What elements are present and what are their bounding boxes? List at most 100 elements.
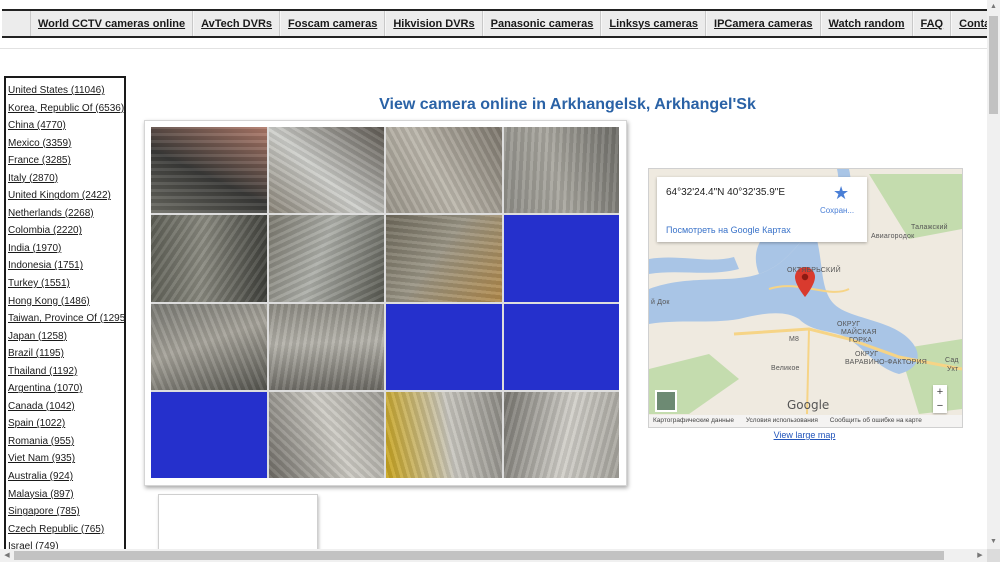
country-list-item: Argentina (1070)	[8, 378, 124, 396]
horizontal-scrollbar[interactable]: ◀ ▶	[0, 549, 987, 562]
camera-tile-paved-area[interactable]	[503, 127, 619, 214]
camera-tile-texture	[151, 215, 267, 302]
country-link[interactable]: Turkey (1551)	[8, 278, 70, 289]
country-link[interactable]: Israel (749)	[8, 541, 59, 549]
country-list-item: Hong Kong (1486)	[8, 291, 124, 309]
camera-tile-no-signal[interactable]	[151, 391, 267, 478]
country-link[interactable]: Thailand (1192)	[8, 366, 77, 377]
country-link[interactable]: France (3285)	[8, 155, 71, 166]
nav-link-hikvision-dvrs[interactable]: Hikvision DVRs	[385, 11, 483, 36]
country-link[interactable]: Japan (1258)	[8, 331, 67, 342]
country-link[interactable]: Netherlands (2268)	[8, 208, 94, 219]
country-list-item: Taiwan, Province Of (1295)	[8, 308, 124, 326]
advertisement-box	[158, 494, 318, 549]
star-icon[interactable]: ★	[833, 183, 849, 204]
camera-tile-yellow-tractor[interactable]	[386, 391, 502, 478]
scroll-down-arrow-icon[interactable]: ▼	[987, 535, 1000, 549]
camera-tile-no-signal[interactable]	[386, 303, 502, 390]
camera-tile-parking-lot[interactable]	[386, 215, 502, 302]
zoom-out-button[interactable]: −	[933, 399, 947, 413]
camera-tile-texture	[268, 391, 384, 478]
vertical-scroll-thumb[interactable]	[989, 16, 998, 114]
country-list-item: Singapore (785)	[8, 501, 124, 519]
map-place-label: ОКРУГ	[837, 321, 861, 328]
country-list-item: Korea, Republic Of (6536)	[8, 98, 124, 116]
nav-link-panasonic-cameras[interactable]: Panasonic cameras	[482, 11, 602, 36]
country-link[interactable]: Colombia (2220)	[8, 225, 82, 236]
country-link[interactable]: Taiwan, Province Of (1295)	[8, 313, 124, 324]
camera-tile-texture	[268, 215, 384, 302]
camera-tile-rubble-pile[interactable]	[151, 215, 267, 302]
country-list-item: France (3285)	[8, 150, 124, 168]
map-place-label: Талажский	[911, 224, 948, 231]
camera-tile-flooded-yard[interactable]	[151, 303, 267, 390]
country-list-item: Spain (1022)	[8, 413, 124, 431]
camera-tile-texture	[151, 127, 267, 214]
camera-tile-snowy-sidewalk[interactable]	[268, 391, 384, 478]
camera-tile-car-in-yard[interactable]	[268, 215, 384, 302]
country-link[interactable]: Spain (1022)	[8, 418, 65, 429]
map-place-label: ОКРУГ	[855, 351, 879, 358]
map-place-label: Ухт	[947, 366, 959, 373]
nav-link-faq[interactable]: FAQ	[912, 11, 952, 36]
country-link[interactable]: Mexico (3359)	[8, 138, 71, 149]
nav-link-world-cctv-cameras-online[interactable]: World CCTV cameras online	[30, 11, 194, 36]
scrollbar-corner	[987, 549, 1000, 562]
country-list-item: Japan (1258)	[8, 326, 124, 344]
google-map-embed[interactable]: Талажский Авиагородок й Док ОКТЯБРЬСКИЙ ОКРУ…	[648, 168, 963, 428]
country-link[interactable]: India (1970)	[8, 243, 61, 254]
horizontal-scroll-thumb[interactable]	[14, 551, 944, 560]
map-attribution-bar: Картографические данные Условия использо…	[649, 415, 962, 427]
country-link[interactable]: Brazil (1195)	[8, 348, 64, 359]
camera-tile-construction-site[interactable]	[386, 127, 502, 214]
camera-tile-snow-heaps[interactable]	[503, 391, 619, 478]
nav-link-avtech-dvrs[interactable]: AvTech DVRs	[193, 11, 281, 36]
open-in-google-maps-link[interactable]: Посмотреть на Google Картах	[666, 225, 791, 235]
country-link[interactable]: United Kingdom (2422)	[8, 190, 111, 201]
view-large-map-link[interactable]: View large map	[648, 430, 961, 440]
scroll-up-arrow-icon[interactable]: ▲	[987, 0, 1000, 14]
map-report-error-link[interactable]: Сообщить об ошибке на карте	[830, 417, 922, 424]
nav-link-watch-random[interactable]: Watch random	[820, 11, 913, 36]
zoom-in-button[interactable]: +	[933, 385, 947, 399]
map-save-label[interactable]: Сохран...	[820, 206, 854, 215]
map-place-label: Великое	[771, 365, 800, 372]
nav-link-contacts[interactable]: Contacts	[951, 11, 987, 36]
scroll-left-arrow-icon[interactable]: ◀	[0, 549, 14, 562]
country-link[interactable]: China (4770)	[8, 120, 66, 131]
country-link[interactable]: Singapore (785)	[8, 506, 80, 517]
country-link[interactable]: Canada (1042)	[8, 401, 75, 412]
scroll-right-arrow-icon[interactable]: ▶	[973, 549, 987, 562]
vertical-scrollbar[interactable]: ▲ ▼	[987, 0, 1000, 549]
camera-tile-texture	[268, 127, 384, 214]
camera-tile-texture	[386, 127, 502, 214]
country-link[interactable]: Malaysia (897)	[8, 489, 74, 500]
camera-tile-pedestrian-path[interactable]	[268, 303, 384, 390]
camera-tile-texture	[386, 391, 502, 478]
country-link[interactable]: Viet Nam (935)	[8, 453, 75, 464]
camera-tile-snow-trucks[interactable]	[268, 127, 384, 214]
nav-link-ipcamera-cameras[interactable]: IPCamera cameras	[706, 11, 821, 36]
country-link[interactable]: Romania (955)	[8, 436, 74, 447]
map-place-label: Авиагородок	[871, 233, 915, 240]
camera-tile-no-signal[interactable]	[503, 215, 619, 302]
nav-link-linksys-cameras[interactable]: Linksys cameras	[601, 11, 707, 36]
country-link[interactable]: Australia (924)	[8, 471, 73, 482]
satellite-toggle-thumbnail[interactable]	[655, 390, 677, 412]
camera-tile-no-signal[interactable]	[503, 303, 619, 390]
camera-tile-street-night-lights[interactable]	[151, 127, 267, 214]
country-link[interactable]: Czech Republic (765)	[8, 524, 104, 535]
map-place-label: М8	[789, 336, 800, 343]
country-list-item: Viet Nam (935)	[8, 448, 124, 466]
country-link[interactable]: Argentina (1070)	[8, 383, 83, 394]
country-link[interactable]: Hong Kong (1486)	[8, 296, 90, 307]
map-terms-link[interactable]: Условия использования	[746, 417, 818, 424]
country-list-item: Brazil (1195)	[8, 343, 124, 361]
country-link[interactable]: Indonesia (1751)	[8, 260, 83, 271]
nav-link-foscam-cameras[interactable]: Foscam cameras	[280, 11, 386, 36]
page-viewport: World CCTV cameras online AvTech DVRs Fosc…	[0, 0, 987, 549]
country-link[interactable]: Italy (2870)	[8, 173, 58, 184]
country-link[interactable]: United States (11046)	[8, 85, 105, 96]
country-sidebar: United States (11046) Korea, Republic Of …	[4, 76, 126, 549]
country-link[interactable]: Korea, Republic Of (6536)	[8, 103, 124, 114]
